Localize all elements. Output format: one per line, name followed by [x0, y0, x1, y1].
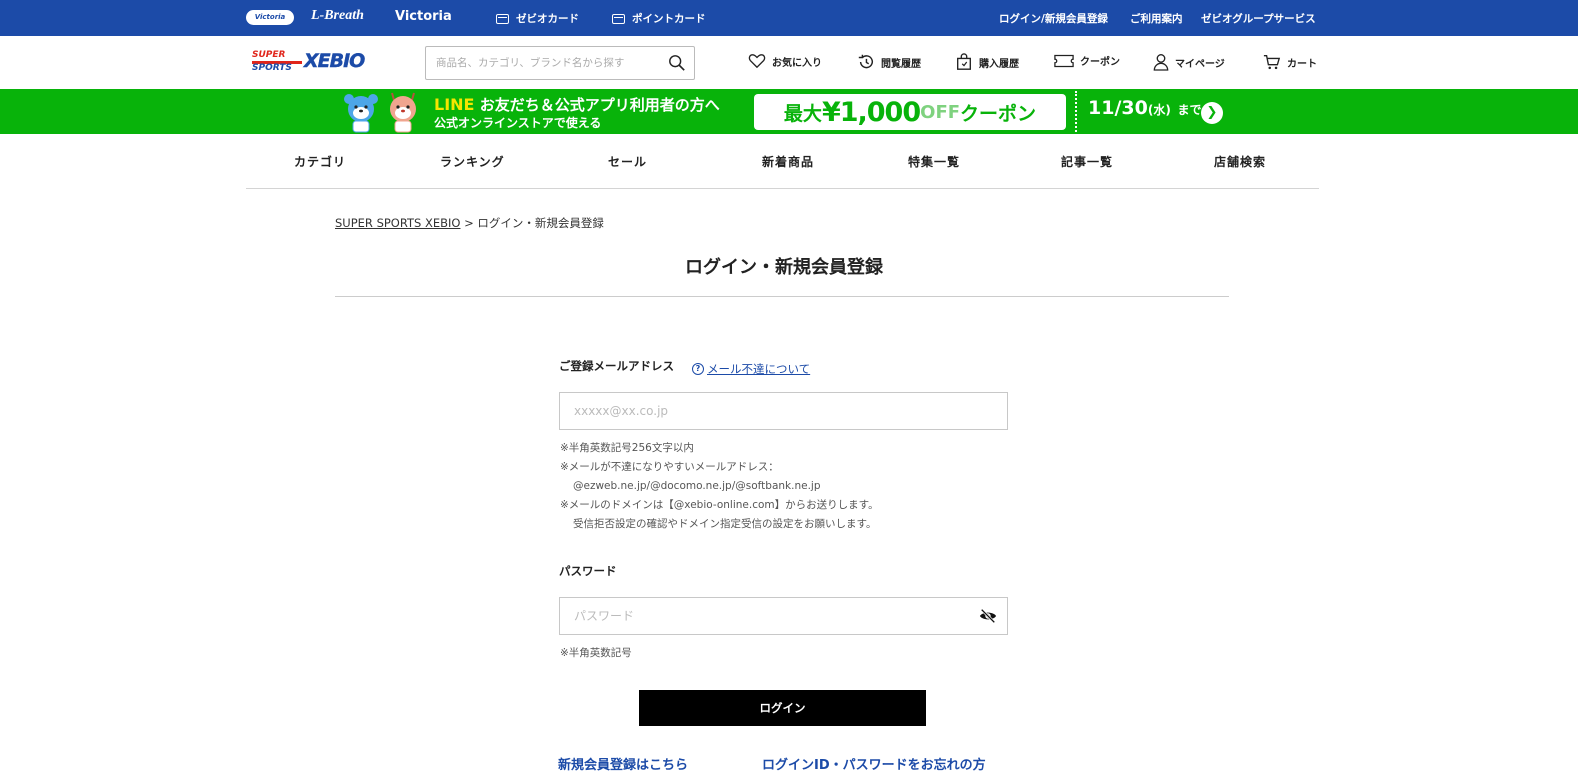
coupon-icon [1054, 54, 1074, 67]
xebio-card-link[interactable]: ゼビオカード [496, 11, 579, 26]
purchases-link[interactable]: 購入履歴 [955, 53, 1019, 71]
coupon-off: OFF [920, 101, 961, 123]
mypage-link[interactable]: マイページ [1153, 53, 1225, 71]
nav-articles[interactable]: 記事一覧 [1061, 153, 1113, 170]
nav-store-search[interactable]: 店舗検索 [1214, 153, 1266, 170]
point-card-link[interactable]: ポイントカード [612, 11, 706, 26]
nav-category[interactable]: カテゴリ [294, 153, 346, 170]
password-note: ※半角英数記号 [560, 647, 632, 659]
banner-subline: 公式オンラインストアで使える [434, 116, 602, 130]
search-icon[interactable] [668, 54, 686, 72]
email-help-link[interactable]: ? メール不達について [692, 361, 810, 377]
email-help-text[interactable]: メール不達について [707, 361, 810, 377]
search-input[interactable] [426, 47, 656, 79]
banner-coupon-box: 最大 ¥1,000 OFF クーポン [754, 94, 1066, 130]
group-services-link[interactable]: ゼビオグループサービス [1201, 11, 1316, 26]
favorites-link[interactable]: お気に入り [748, 53, 822, 69]
purchases-label: 購入履歴 [979, 58, 1019, 70]
site-header: SUPER SPORTS XEBIO お気に入り 閲覧履歴 購入履歴 [0, 36, 1578, 89]
history-link[interactable]: 閲覧履歴 [857, 53, 921, 71]
guide-link[interactable]: ご利用案内 [1130, 11, 1183, 26]
cart-label: カート [1287, 58, 1317, 70]
victoria-logo[interactable]: Victoria [395, 9, 452, 24]
history-label: 閲覧履歴 [881, 58, 921, 70]
logo-sports-text: SPORTS [252, 63, 292, 73]
login-button[interactable]: ログイン [639, 690, 926, 726]
line-coupon-banner[interactable]: LINE お友だち＆公式アプリ利用者の方へ 公式オンラインストアで使える 最大 … [0, 89, 1578, 134]
email-note-2: ※メールが不達になりやすいメールアドレス： [560, 461, 779, 473]
xebio-card-label: ゼビオカード [516, 13, 579, 25]
nav-ranking[interactable]: ランキング [440, 153, 505, 170]
page-title: ログイン・新規会員登録 [685, 257, 883, 278]
deer-mascot-icon [390, 92, 416, 133]
mypage-label: マイページ [1175, 58, 1225, 70]
email-note-1: ※半角英数記号256文字以内 [560, 442, 694, 454]
password-label: パスワード [559, 564, 617, 578]
history-clock-icon [858, 54, 874, 69]
login-register-link[interactable]: ログイン/新規会員登録 [999, 11, 1108, 26]
breadcrumb-home[interactable]: SUPER SPORTS XEBIO [335, 216, 460, 230]
password-field[interactable] [560, 598, 960, 634]
heart-icon [748, 54, 766, 69]
lbreath-logo[interactable]: L-Breath [311, 8, 364, 24]
eye-off-icon[interactable] [979, 608, 997, 624]
cart-link[interactable]: カート [1263, 53, 1317, 71]
coupon-link[interactable]: クーポン [1054, 53, 1120, 68]
email-field[interactable] [560, 393, 960, 429]
coupon-amount: ¥1,000 [821, 96, 921, 128]
password-field-box [559, 597, 1008, 635]
banner-deadline: 11/30(水) まで [1088, 97, 1201, 119]
email-note-4: ※メールのドメインは【@xebio-online.com】からお送りします。 [560, 499, 879, 511]
email-note-5: 受信拒否設定の確認やドメイン指定受信の設定をお願いします。 [573, 518, 877, 530]
point-card-label: ポイントカード [632, 13, 706, 25]
nav-features[interactable]: 特集一覧 [908, 153, 960, 170]
victoria-golf-logo[interactable]: Victoria Golf [246, 10, 294, 36]
banner-divider [1075, 91, 1077, 132]
question-icon: ? [692, 363, 704, 375]
deadline-weekday: (水) [1147, 103, 1171, 117]
forgot-password-link[interactable]: ログインID・パスワードをお忘れの方 [762, 754, 986, 773]
bear-mascot-icon [344, 94, 378, 133]
search-box [425, 46, 695, 80]
email-label: ご登録メールアドレス [559, 359, 674, 373]
logo-xebio-text: XEBIO [304, 50, 366, 72]
shopping-bag-icon [957, 53, 971, 70]
breadcrumb-current: ログイン・新規会員登録 [477, 216, 604, 230]
user-icon [1153, 54, 1169, 71]
register-link[interactable]: 新規会員登録はこちら [558, 754, 688, 773]
cart-icon [1263, 55, 1281, 70]
deadline-until: まで [1177, 103, 1202, 117]
coupon-label: クーポン [1080, 57, 1120, 68]
favorites-label: お気に入り [772, 57, 822, 69]
email-field-box [559, 392, 1008, 430]
category-nav: カテゴリ ランキング セール 新着商品 特集一覧 記事一覧 店舗検索 [246, 134, 1319, 189]
xebio-logo[interactable]: SUPER SPORTS XEBIO [252, 50, 392, 73]
card-icon [496, 13, 509, 24]
title-divider [335, 296, 1229, 297]
banner-line-brand: LINE [434, 95, 475, 114]
email-note-3: @ezweb.ne.jp/@docomo.ne.jp/@softbank.ne.… [573, 480, 821, 492]
coupon-suffix: クーポン [960, 102, 1037, 125]
card-icon [612, 13, 625, 24]
deadline-date: 11/30 [1088, 97, 1148, 119]
top-bar: Victoria Golf L-Breath Victoria ゼビオカード ポ… [0, 0, 1578, 36]
logo-super-text: SUPER [252, 50, 286, 60]
email-notes: ※半角英数記号256文字以内 ※メールが不達になりやすいメールアドレス： @ez… [560, 439, 879, 534]
nav-sale[interactable]: セール [608, 153, 647, 170]
breadcrumb-separator: > [464, 216, 474, 230]
banner-headline: LINE お友だち＆公式アプリ利用者の方へ [434, 94, 720, 115]
coupon-prefix: 最大 [783, 102, 822, 125]
chevron-right-icon: ❯ [1201, 102, 1223, 124]
nav-new-arrivals[interactable]: 新着商品 [762, 153, 814, 170]
breadcrumb: SUPER SPORTS XEBIO > ログイン・新規会員登録 [335, 215, 604, 231]
banner-line1-text: お友だち＆公式アプリ利用者の方へ [479, 96, 720, 114]
